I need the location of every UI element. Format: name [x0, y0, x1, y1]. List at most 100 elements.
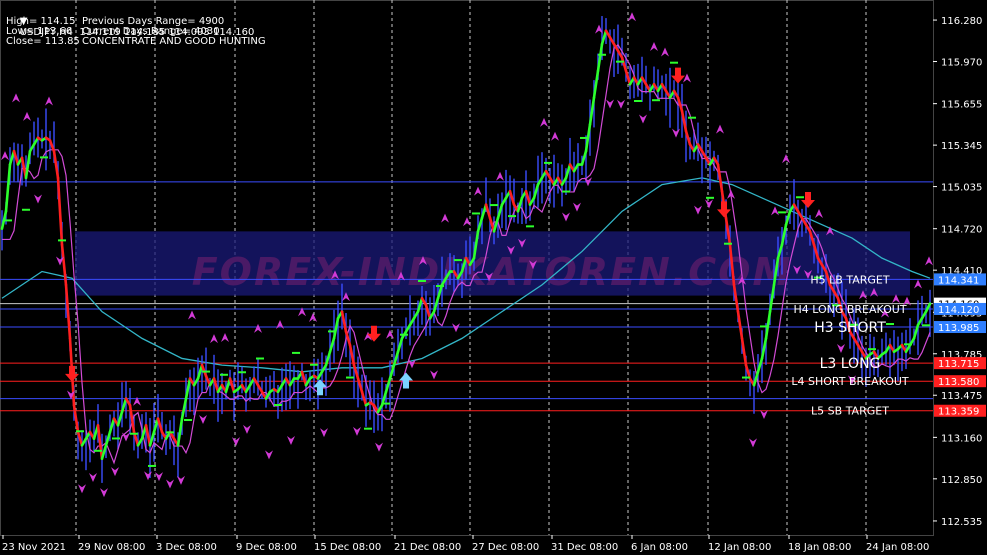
- magenta-arrow-marker: [221, 333, 229, 343]
- chart-window: 23 Nov 2021 29 Nov 08:00 3 Dec 08:00 9 Dec …: [0, 0, 987, 555]
- magenta-arrow-marker: [760, 409, 768, 419]
- x-axis-tick-label: 31 Dec 08:00: [551, 542, 618, 553]
- magenta-arrow-marker: [243, 424, 251, 434]
- magenta-arrow-marker: [144, 471, 152, 481]
- magenta-arrow-marker: [34, 194, 42, 204]
- level-label: L4 SHORT BREAKOUT: [791, 375, 909, 388]
- x-axis-tick-label: 29 Nov 08:00: [78, 542, 145, 553]
- sell-signal-arrow-icon: [717, 201, 731, 218]
- magenta-arrow-marker: [89, 473, 97, 483]
- magenta-arrow-marker: [133, 396, 141, 406]
- close-label: Close= 113.85: [6, 36, 80, 47]
- axis-price-tag-label: 113.580: [938, 377, 979, 388]
- magenta-arrow-marker: [320, 428, 328, 438]
- trend-line-segment: [4, 163, 12, 213]
- magenta-arrow-marker: [496, 171, 504, 181]
- magenta-arrow-marker: [12, 93, 20, 103]
- magenta-arrow-marker: [650, 42, 658, 52]
- axis-price-tag-label: 113.985: [938, 323, 979, 334]
- y-axis-tick-label: 115.035: [941, 183, 982, 194]
- magenta-arrow-marker: [353, 426, 361, 436]
- magenta-arrow-marker: [111, 467, 119, 477]
- magenta-arrow-marker: [287, 435, 295, 445]
- magenta-arrow-marker: [100, 488, 108, 498]
- x-axis-tick-label: 9 Dec 08:00: [236, 542, 297, 553]
- magenta-arrow-marker: [309, 312, 317, 322]
- x-axis-tick-label: 27 Dec 08:00: [472, 542, 539, 553]
- x-axis-tick-label: 21 Dec 08:00: [394, 542, 461, 553]
- magenta-arrow-marker: [749, 438, 757, 448]
- magenta-arrow-marker: [837, 343, 845, 353]
- magenta-arrow-marker: [771, 206, 779, 216]
- magenta-arrow-marker: [386, 329, 394, 339]
- y-axis-tick-label: 114.720: [941, 225, 982, 236]
- magenta-arrow-marker: [639, 114, 647, 124]
- magenta-arrow-marker: [199, 415, 207, 425]
- magenta-arrow-marker: [914, 279, 922, 289]
- magenta-arrow-marker: [177, 475, 185, 485]
- slogan-label: CONCENTRATE AND GOOD HUNTING: [82, 36, 266, 47]
- x-axis-tick-label: 6 Jan 08:00: [631, 542, 688, 553]
- y-axis-tick-label: 113.475: [941, 391, 982, 402]
- y-axis-tick-label: 115.655: [941, 100, 982, 111]
- magenta-arrow-marker: [562, 212, 570, 222]
- watermark-text: FOREX-INDIKATOREN.COM: [192, 250, 793, 294]
- magenta-arrow-marker: [276, 319, 284, 329]
- x-axis-tick-label: 12 Jan 08:00: [708, 542, 771, 553]
- magenta-arrow-marker: [672, 128, 680, 138]
- magenta-arrow-marker: [232, 437, 240, 447]
- magenta-arrow-marker: [617, 99, 625, 109]
- magenta-arrow-marker: [155, 472, 163, 482]
- magenta-arrow-marker: [925, 256, 933, 266]
- x-axis-tick-label: 24 Jan 08:00: [866, 542, 929, 553]
- axis-price-tag-label: 113.715: [938, 359, 979, 370]
- magenta-arrow-marker: [716, 124, 724, 134]
- magenta-arrow-marker: [441, 213, 449, 223]
- y-axis-tick-label: 115.970: [941, 58, 982, 69]
- y-axis-tick-label: 113.160: [941, 433, 982, 444]
- sell-signal-arrow-icon: [671, 67, 685, 84]
- magenta-arrow-marker: [782, 154, 790, 164]
- magenta-arrow-marker: [540, 117, 548, 127]
- magenta-arrow-marker: [375, 442, 383, 452]
- x-axis-tick-label: 23 Nov 2021: [2, 542, 66, 553]
- magenta-arrow-marker: [188, 310, 196, 320]
- trend-line-segment: [60, 243, 68, 287]
- level-label: H3 SHORT: [814, 320, 886, 336]
- magenta-arrow-marker: [815, 209, 823, 219]
- sell-signal-arrow-icon: [367, 325, 381, 342]
- level-label: H4 LONG BREAKOUT: [793, 303, 906, 316]
- x-axis-tick-label: 15 Dec 08:00: [314, 542, 381, 553]
- magenta-arrow-marker: [265, 450, 273, 460]
- magenta-arrow-marker: [573, 202, 581, 212]
- level-label: L5 SB TARGET: [811, 405, 889, 418]
- magenta-arrow-marker: [430, 370, 438, 380]
- magenta-arrow-marker: [683, 73, 691, 83]
- y-axis-tick-label: 112.535: [941, 517, 982, 528]
- y-axis-tick-label: 116.280: [941, 16, 982, 27]
- level-label: L3 LONG: [820, 356, 881, 372]
- magenta-arrow-marker: [1, 151, 9, 161]
- trend-line-segment: [56, 176, 64, 247]
- level-label: H5 LB TARGET: [810, 273, 889, 286]
- magenta-arrow-marker: [45, 96, 53, 106]
- axis-price-tag-label: 114.120: [938, 305, 979, 316]
- magenta-arrow-marker: [661, 47, 669, 57]
- trend-line-segment: [736, 310, 744, 340]
- y-axis-tick-label: 115.345: [941, 141, 982, 152]
- magenta-arrow-marker: [166, 479, 174, 489]
- x-axis-tick-label: 18 Jan 08:00: [788, 542, 851, 553]
- x-axis-tick-label: 3 Dec 08:00: [156, 542, 217, 553]
- magenta-arrow-marker: [606, 99, 614, 109]
- magenta-arrow-marker: [78, 484, 86, 494]
- axis-price-tag-label: 114.341: [938, 275, 979, 286]
- sell-signal-arrow-icon: [801, 191, 815, 208]
- magenta-arrow-marker: [628, 12, 636, 22]
- magenta-arrow-marker: [210, 334, 218, 344]
- y-axis-tick-label: 112.850: [941, 475, 982, 486]
- magenta-arrow-marker: [23, 111, 31, 121]
- magenta-arrow-marker: [474, 186, 482, 196]
- magenta-arrow-marker: [122, 432, 130, 442]
- magenta-arrow-marker: [254, 323, 262, 333]
- price-chart[interactable]: 23 Nov 2021 29 Nov 08:00 3 Dec 08:00 9 Dec …: [0, 0, 987, 555]
